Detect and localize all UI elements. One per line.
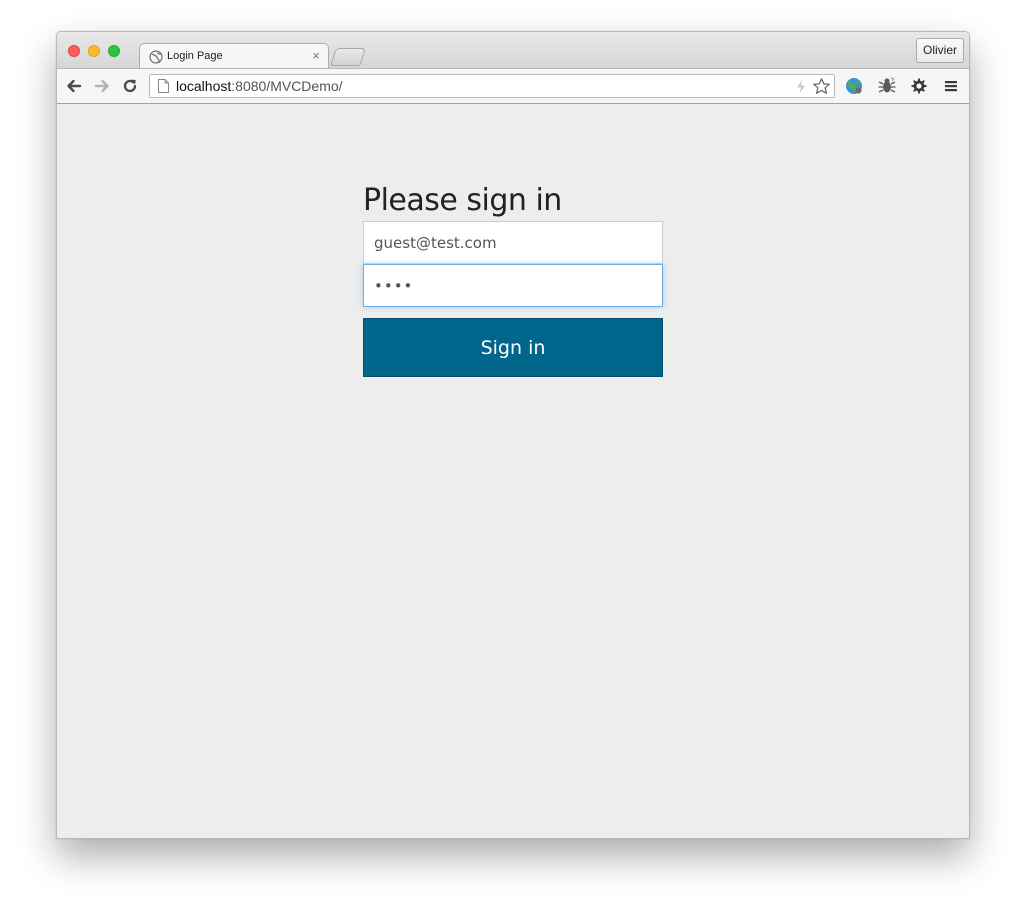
tab-close-icon[interactable]: × — [312, 48, 320, 64]
back-arrow-icon[interactable] — [65, 77, 83, 95]
signin-form: Please sign in Sign in — [363, 180, 663, 377]
hamburger-menu-icon[interactable] — [941, 76, 961, 96]
gear-icon[interactable] — [909, 76, 929, 96]
password-field[interactable] — [363, 264, 663, 307]
tab-strip: Login Page × Olivier — [57, 32, 969, 70]
browser-window: Login Page × Olivier localhost:8080/MVCD… — [56, 31, 970, 839]
bolt-icon[interactable] — [796, 79, 806, 94]
tab-title: Login Page — [167, 50, 223, 62]
url-path: :8080/MVCDemo/ — [231, 78, 343, 94]
url-text: localhost:8080/MVCDemo/ — [176, 78, 343, 94]
browser-toolbar: localhost:8080/MVCDemo/ — [57, 68, 969, 104]
globe-extension-icon[interactable] — [844, 76, 864, 96]
signin-button[interactable]: Sign in — [363, 318, 663, 377]
profile-button[interactable]: Olivier — [915, 38, 964, 63]
bug-extension-icon[interactable] — [877, 76, 897, 96]
address-bar[interactable]: localhost:8080/MVCDemo/ — [149, 74, 835, 98]
email-field[interactable] — [363, 221, 663, 264]
window-zoom-button[interactable] — [108, 45, 120, 57]
signin-heading: Please sign in — [363, 183, 562, 218]
window-minimize-button[interactable] — [88, 45, 100, 57]
page-icon — [158, 79, 169, 93]
tab-login-page[interactable]: Login Page × — [139, 43, 329, 70]
window-close-button[interactable] — [68, 45, 80, 57]
page-content: Please sign in Sign in — [57, 104, 969, 838]
reload-icon[interactable] — [121, 77, 139, 95]
new-tab-button[interactable] — [330, 48, 366, 66]
url-host: localhost — [176, 78, 232, 94]
globe-favicon-icon — [149, 50, 163, 64]
forward-arrow-icon[interactable] — [93, 77, 111, 95]
star-icon[interactable] — [812, 77, 831, 96]
